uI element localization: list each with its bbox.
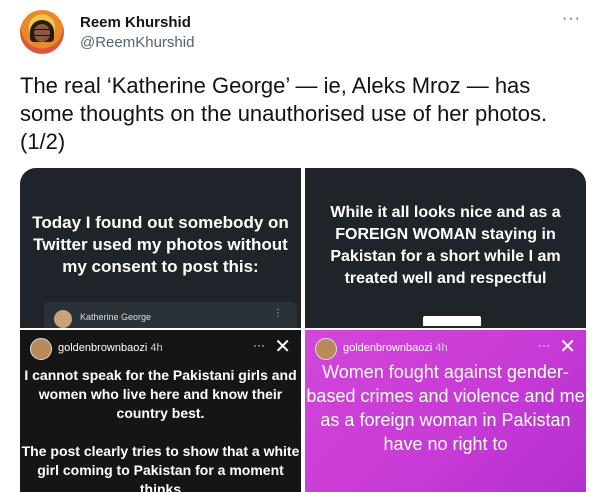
media-image-3[interactable]: goldenbrownbaozi 4h ··· ✕ I cannot speak… (20, 330, 301, 492)
story-avatar (30, 338, 52, 360)
embedded-name: Katherine George (80, 312, 152, 322)
image-2-text: While it all looks nice and as a FOREIGN… (330, 204, 561, 287)
media-grid: Today I found out somebody on Twitter us… (20, 168, 586, 492)
story-username-text: goldenbrownbaozi (343, 342, 433, 354)
media-image-1[interactable]: Today I found out somebody on Twitter us… (20, 168, 301, 328)
embedded-avatar (54, 310, 72, 328)
story-avatar (315, 338, 337, 360)
story-more-icon: ··· (253, 338, 265, 352)
media-image-4[interactable]: goldenbrownbaozi 4h ··· ✕ Women fought a… (305, 330, 586, 492)
story-username: goldenbrownbaozi 4h (343, 342, 448, 354)
embedded-post-preview: Katherine George ⋮ (44, 302, 297, 328)
story-time: 4h (435, 342, 448, 354)
media-image-2[interactable]: While it all looks nice and as a FOREIGN… (305, 168, 586, 328)
image-3-text: I cannot speak for the Pakistani girls a… (21, 367, 300, 492)
tweet-header: Reem Khurshid @ReemKhurshid ··· (16, 8, 583, 58)
more-options-icon[interactable]: ··· (562, 10, 581, 28)
story-header: goldenbrownbaozi 4h ··· ✕ (315, 336, 576, 360)
author-name[interactable]: Reem Khurshid (80, 14, 191, 31)
story-username-text: goldenbrownbaozi (58, 342, 148, 354)
story-more-icon: ··· (538, 338, 550, 352)
avatar[interactable] (20, 10, 64, 54)
close-icon: ✕ (559, 336, 576, 358)
story-username: goldenbrownbaozi 4h (58, 342, 163, 354)
image-2-cutoff-text (423, 316, 481, 326)
author-handle[interactable]: @ReemKhurshid (80, 34, 194, 51)
avatar-glasses (33, 29, 53, 36)
embedded-more-icon: ⋮ (273, 308, 283, 319)
close-icon: ✕ (274, 336, 291, 358)
image-4-text: Women fought against gender-based crimes… (306, 362, 585, 454)
tweet-text: The real ‘Katherine George’ — ie, Aleks … (20, 73, 548, 154)
story-time: 4h (150, 342, 163, 354)
story-header: goldenbrownbaozi 4h ··· ✕ (30, 336, 291, 360)
image-1-text: Today I found out somebody on Twitter us… (32, 213, 289, 276)
